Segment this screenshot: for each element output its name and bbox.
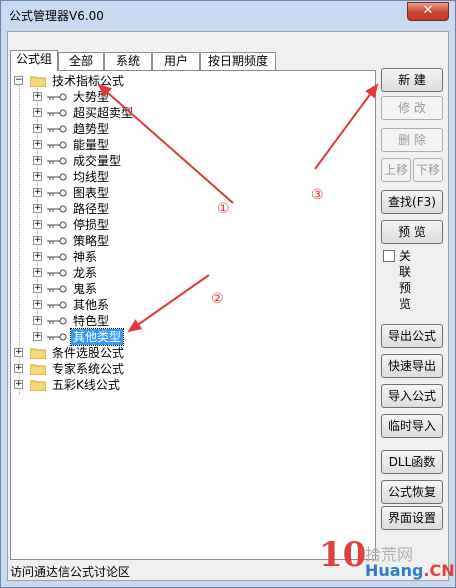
- formula-key-icon: [47, 156, 67, 166]
- link-preview-checkbox[interactable]: [383, 250, 395, 262]
- tab-system[interactable]: 系统: [104, 52, 152, 70]
- tree-item-label: 神系: [73, 250, 98, 264]
- expand-toggle[interactable]: +: [33, 156, 42, 165]
- tree-item-label: 其他类型: [69, 328, 125, 346]
- expand-toggle[interactable]: +: [33, 108, 42, 117]
- tree-item-label: 策略型: [73, 234, 110, 248]
- formula-key-icon: [47, 172, 67, 182]
- tree-item-label: 超买超卖型: [73, 106, 134, 120]
- expand-toggle[interactable]: +: [14, 364, 23, 373]
- expand-toggle[interactable]: +: [33, 316, 42, 325]
- window-title: 公式管理器V6.00: [9, 9, 104, 23]
- formula-key-icon: [47, 108, 67, 118]
- annotation-marker-2: ②: [211, 291, 224, 307]
- expand-toggle[interactable]: +: [33, 188, 42, 197]
- move-down-button[interactable]: 下移: [413, 158, 443, 182]
- tree-group-label: 条件选股公式: [52, 346, 125, 360]
- tab-by-date-frequency[interactable]: 按日期频度: [200, 52, 276, 70]
- expand-toggle[interactable]: +: [33, 300, 42, 309]
- modify-button[interactable]: 修 改: [381, 96, 443, 120]
- tree-item-label: 特色型: [73, 314, 110, 328]
- tree-item-label: 大势型: [73, 90, 110, 104]
- folder-icon: [30, 379, 46, 391]
- restore-button[interactable]: 公式恢复: [381, 480, 443, 504]
- folder-icon: [30, 75, 46, 87]
- tree-group-label: 五彩K线公式: [52, 378, 120, 392]
- formula-key-icon: [47, 220, 67, 230]
- expand-toggle[interactable]: +: [33, 236, 42, 245]
- formula-key-icon: [47, 300, 67, 310]
- formula-key-icon: [47, 332, 67, 342]
- expand-toggle[interactable]: +: [33, 252, 42, 261]
- formula-key-icon: [47, 284, 67, 294]
- expand-toggle[interactable]: +: [33, 284, 42, 293]
- formula-key-icon: [47, 92, 67, 102]
- expand-toggle[interactable]: +: [33, 140, 42, 149]
- tree-item-label: 其他系: [73, 298, 110, 312]
- title-bar: 公式管理器V6.00 ✕: [1, 1, 455, 31]
- expand-toggle[interactable]: +: [33, 172, 42, 181]
- tree-item-label: 成交量型: [73, 154, 122, 168]
- annotation-marker-3: ③: [311, 187, 324, 203]
- expand-toggle[interactable]: +: [33, 332, 42, 341]
- formula-key-icon: [47, 316, 67, 326]
- close-button[interactable]: ✕: [407, 2, 449, 21]
- tree-item-label: 鬼系: [73, 282, 98, 296]
- tree-item-label: 路径型: [73, 202, 110, 216]
- tree-item-label: 能量型: [73, 138, 110, 152]
- dll-function-button[interactable]: DLL函数: [381, 450, 443, 474]
- tab-user[interactable]: 用户: [152, 52, 200, 70]
- client-area: 公式组 全部 系统 用户 按日期频度 − 技术指标公式 + 大势型 + 超买超卖…: [7, 31, 449, 581]
- tab-formula-group[interactable]: 公式组: [10, 50, 58, 71]
- quick-export-button[interactable]: 快速导出: [381, 354, 443, 378]
- formula-tree[interactable]: − 技术指标公式 + 大势型 + 超买超卖型 + 趋势型 + 能量型 + 成交量…: [10, 70, 376, 560]
- tree-group-label: 技术指标公式: [52, 74, 125, 88]
- temp-import-button[interactable]: 临时导入: [381, 414, 443, 438]
- folder-icon: [30, 347, 46, 359]
- expand-toggle[interactable]: +: [14, 380, 23, 389]
- formula-key-icon: [47, 204, 67, 214]
- expand-toggle[interactable]: +: [33, 204, 42, 213]
- formula-key-icon: [47, 140, 67, 150]
- expand-toggle[interactable]: +: [14, 348, 23, 357]
- formula-key-icon: [47, 236, 67, 246]
- formula-key-icon: [47, 268, 67, 278]
- formula-key-icon: [47, 188, 67, 198]
- expand-toggle[interactable]: +: [33, 268, 42, 277]
- annotation-marker-1: ①: [217, 201, 230, 217]
- tab-all[interactable]: 全部: [58, 52, 104, 70]
- expand-toggle[interactable]: +: [33, 220, 42, 229]
- move-up-button[interactable]: 上移: [381, 158, 411, 182]
- expand-toggle[interactable]: +: [33, 124, 42, 133]
- delete-button[interactable]: 删 除: [381, 128, 443, 152]
- formula-key-icon: [47, 252, 67, 262]
- expand-toggle[interactable]: +: [33, 92, 42, 101]
- tree-item-label: 图表型: [73, 186, 110, 200]
- tree-item-label: 龙系: [73, 266, 98, 280]
- import-button[interactable]: 导入公式: [381, 384, 443, 408]
- watermark-logo: 10: [319, 535, 367, 575]
- preview-button[interactable]: 预 览: [381, 220, 443, 244]
- link-preview-label: 关联预览: [399, 249, 412, 311]
- find-button[interactable]: 查找(F3): [381, 190, 443, 214]
- folder-icon: [30, 363, 46, 375]
- collapse-toggle[interactable]: −: [14, 76, 23, 85]
- watermark: 10 拾荒网 Huang.CN: [311, 535, 456, 588]
- formula-manager-window: 公式管理器V6.00 ✕ 公式组 全部 系统 用户 按日期频度 − 技术指标公式: [0, 0, 456, 588]
- watermark-url: Huang.CN: [365, 561, 455, 580]
- ui-settings-button[interactable]: 界面设置: [381, 506, 443, 530]
- tree-item-label: 趋势型: [73, 122, 110, 136]
- tree-item-label: 均线型: [73, 170, 110, 184]
- export-button[interactable]: 导出公式: [381, 324, 443, 348]
- tree-item-label: 停损型: [73, 218, 110, 232]
- new-button[interactable]: 新 建: [381, 68, 443, 92]
- tree-group-label: 专家系统公式: [52, 362, 125, 376]
- formula-key-icon: [47, 124, 67, 134]
